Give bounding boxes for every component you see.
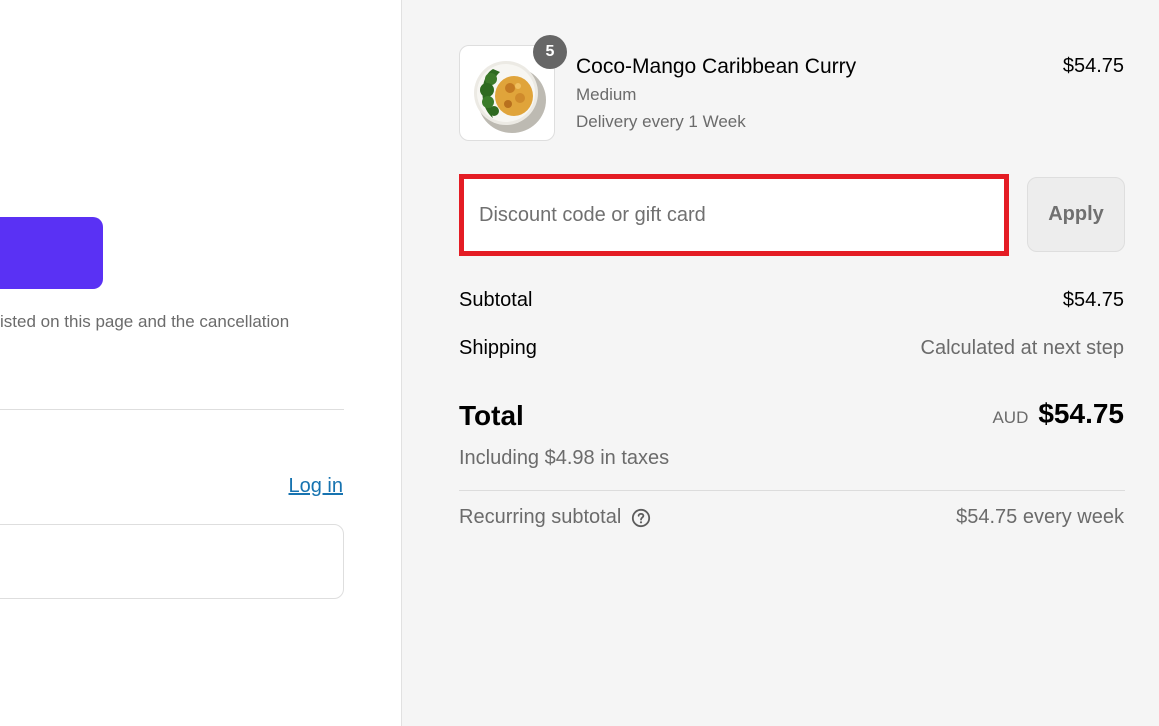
- section-divider: [0, 409, 344, 410]
- product-price: $54.75: [1062, 55, 1124, 77]
- recurring-subtotal-row: Recurring subtotal: [459, 506, 651, 529]
- subtotal-value: $54.75: [1062, 289, 1124, 311]
- pay-now-button[interactable]: [0, 217, 103, 289]
- tax-note: Including $4.98 in taxes: [459, 447, 670, 469]
- shipping-value: Calculated at next step: [920, 337, 1124, 359]
- discount-code-input[interactable]: [459, 174, 1009, 256]
- apply-discount-button[interactable]: Apply: [1027, 177, 1125, 252]
- total-price-group: AUD $54.75: [992, 398, 1124, 430]
- checkout-page: isted on this page and the cancellation …: [0, 0, 1159, 726]
- recurring-subtotal-value: $54.75 every week: [956, 506, 1124, 528]
- recurring-subtotal-label: Recurring subtotal: [459, 506, 622, 528]
- log-in-link[interactable]: Log in: [289, 475, 344, 498]
- order-summary-panel: 5 Coco-Mango Caribbean Curry Medium Deli…: [401, 0, 1159, 726]
- total-label: Total: [459, 400, 524, 431]
- quantity-badge: 5: [533, 35, 567, 69]
- currency-code: AUD: [992, 408, 1029, 427]
- total-amount: $54.75: [1038, 398, 1124, 429]
- summary-divider: [459, 490, 1125, 491]
- checkout-main-column: isted on this page and the cancellation …: [0, 0, 401, 726]
- product-variant: Medium: [576, 85, 637, 104]
- question-circle-icon[interactable]: [631, 508, 651, 528]
- email-field[interactable]: [0, 524, 344, 599]
- subtotal-label: Subtotal: [459, 289, 533, 311]
- terms-notice-text: isted on this page and the cancellation: [0, 312, 290, 331]
- delivery-plan: Delivery every 1 Week: [576, 112, 746, 131]
- shipping-label: Shipping: [459, 337, 537, 359]
- product-title: Coco-Mango Caribbean Curry: [576, 55, 857, 78]
